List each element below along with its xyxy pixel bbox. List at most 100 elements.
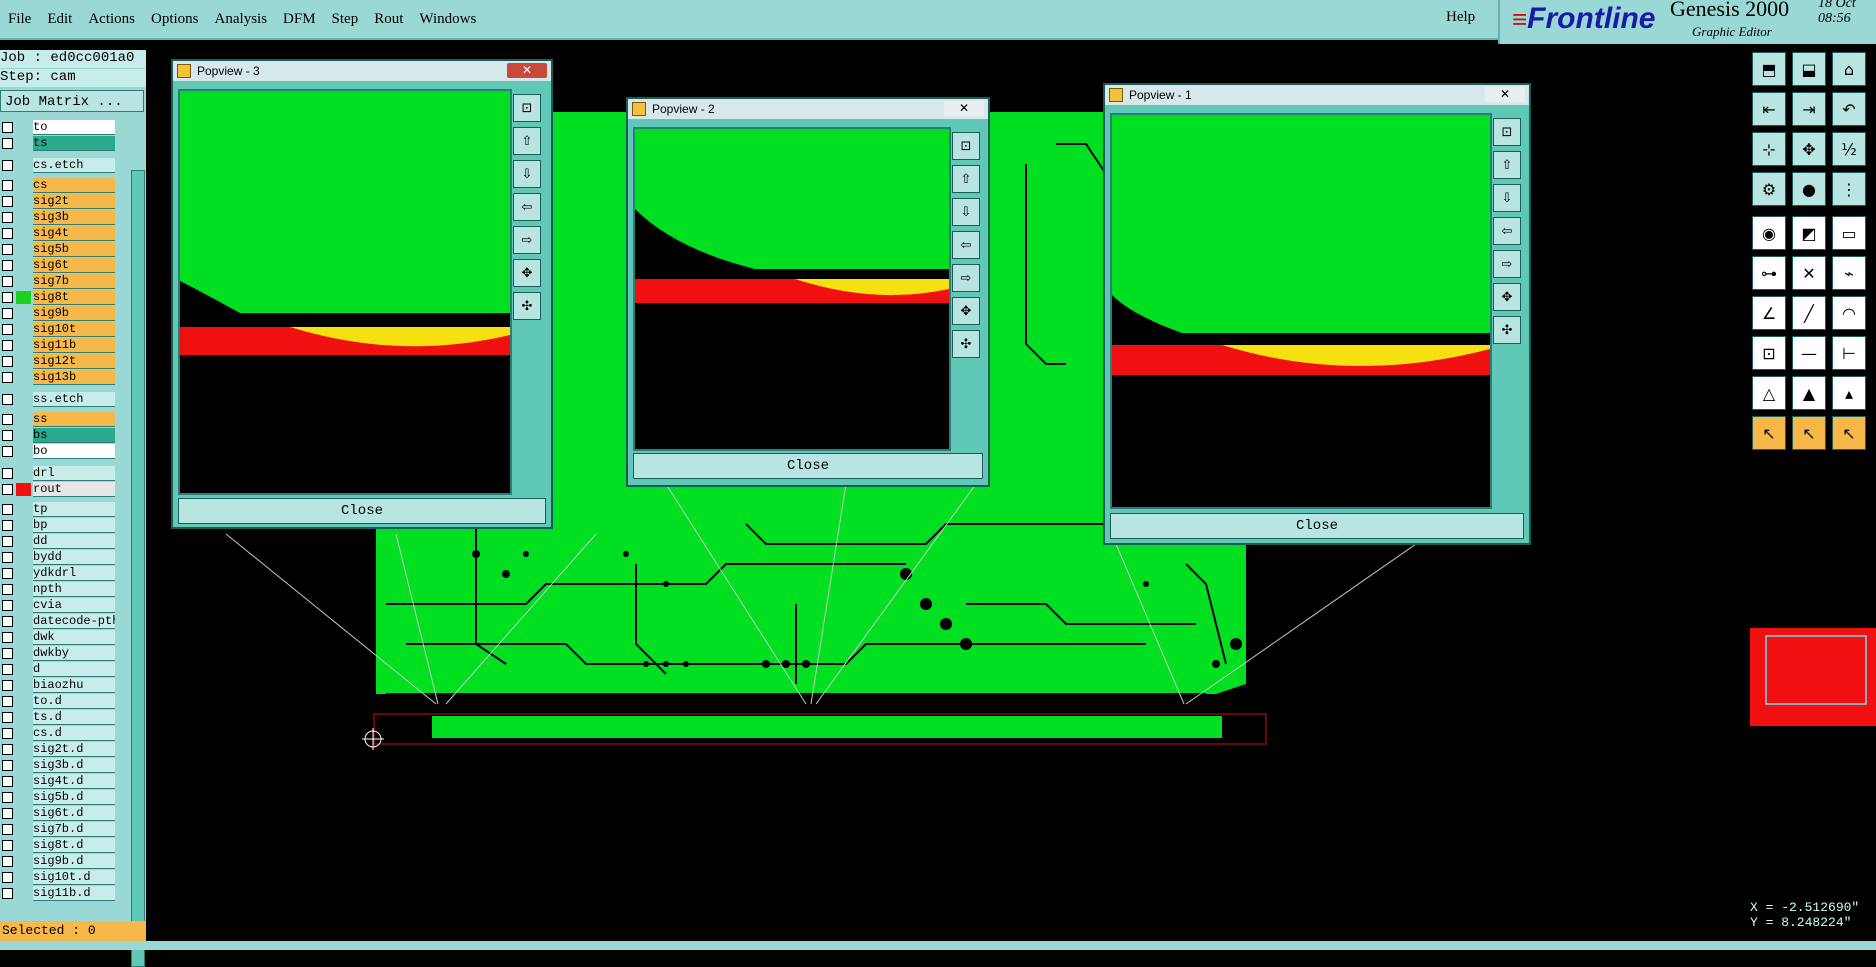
layer-name[interactable]: d bbox=[33, 662, 115, 677]
pan-up-icon[interactable]: ⇧ bbox=[1493, 151, 1521, 179]
layer-row[interactable]: rout bbox=[0, 482, 118, 497]
layer-color-swatch[interactable] bbox=[16, 339, 31, 352]
layer-checkbox[interactable] bbox=[2, 160, 13, 171]
layer-color-swatch[interactable] bbox=[16, 551, 31, 564]
home-icon[interactable]: ⌂ bbox=[1832, 52, 1866, 86]
pan-down-icon[interactable]: ⇩ bbox=[513, 160, 541, 188]
layer-color-swatch[interactable] bbox=[16, 807, 31, 820]
layer-row[interactable]: bp bbox=[0, 518, 118, 533]
layer-color-swatch[interactable] bbox=[16, 227, 31, 240]
net-icon[interactable]: ⊶ bbox=[1752, 256, 1786, 290]
close-button[interactable]: Close bbox=[178, 498, 546, 524]
layer-checkbox[interactable] bbox=[2, 760, 13, 771]
layer-checkbox[interactable] bbox=[2, 728, 13, 739]
layer-color-swatch[interactable] bbox=[16, 871, 31, 884]
layer-checkbox[interactable] bbox=[2, 196, 13, 207]
window-close-button[interactable]: ✕ bbox=[944, 101, 984, 116]
scale-icon[interactable]: ½ bbox=[1832, 132, 1866, 166]
layer-row[interactable]: bo bbox=[0, 444, 118, 459]
layer-row[interactable]: dd bbox=[0, 534, 118, 549]
popview-2-view[interactable] bbox=[633, 127, 951, 451]
layer-row[interactable]: sig4t bbox=[0, 226, 118, 241]
layer-color-swatch[interactable] bbox=[16, 291, 31, 304]
layer-checkbox[interactable] bbox=[2, 872, 13, 883]
layer-name[interactable]: sig9b bbox=[33, 306, 115, 321]
center-icon[interactable]: ✥ bbox=[1792, 132, 1826, 166]
layer-row[interactable]: npth bbox=[0, 582, 118, 597]
pan-up-icon[interactable]: ⇧ bbox=[952, 165, 980, 193]
layer-row[interactable]: sig7b bbox=[0, 274, 118, 289]
layer-color-swatch[interactable] bbox=[16, 413, 31, 426]
layer-color-swatch[interactable] bbox=[16, 711, 31, 724]
layer-checkbox[interactable] bbox=[2, 138, 13, 149]
measure-icon[interactable]: ⌁ bbox=[1832, 256, 1866, 290]
layer-checkbox[interactable] bbox=[2, 446, 13, 457]
layer-row[interactable]: sig2t.d bbox=[0, 742, 118, 757]
zoom-out-icon[interactable]: ✣ bbox=[1493, 316, 1521, 344]
layer-checkbox[interactable] bbox=[2, 568, 13, 579]
menu-rout[interactable]: Rout bbox=[366, 2, 411, 36]
save-icon[interactable]: ⬓ bbox=[1792, 52, 1826, 86]
layer-color-swatch[interactable] bbox=[16, 535, 31, 548]
layer-color-swatch[interactable] bbox=[16, 483, 31, 496]
layer-checkbox[interactable] bbox=[2, 616, 13, 627]
layer-name[interactable]: sig4t.d bbox=[33, 774, 115, 789]
layer-row[interactable]: sig8t.d bbox=[0, 838, 118, 853]
layer-name[interactable]: cs.d bbox=[33, 726, 115, 741]
layer-color-swatch[interactable] bbox=[16, 307, 31, 320]
layer-name[interactable]: sig6t.d bbox=[33, 806, 115, 821]
layer-color-swatch[interactable] bbox=[16, 179, 31, 192]
layer-color-swatch[interactable] bbox=[16, 695, 31, 708]
layer-name[interactable]: sig11b.d bbox=[33, 886, 115, 901]
layer-row[interactable]: biaozhu bbox=[0, 678, 118, 693]
hline-icon[interactable]: — bbox=[1792, 336, 1826, 370]
layer-name[interactable]: ts bbox=[33, 136, 115, 151]
layer-name[interactable]: to bbox=[33, 120, 115, 135]
layer-name[interactable]: sig11b bbox=[33, 338, 115, 353]
layer-color-swatch[interactable] bbox=[16, 371, 31, 384]
layer-row[interactable]: bs bbox=[0, 428, 118, 443]
layer-name[interactable]: to.d bbox=[33, 694, 115, 709]
menu-windows[interactable]: Windows bbox=[411, 2, 484, 36]
layer-name[interactable]: ydkdrl bbox=[33, 566, 115, 581]
layer-color-swatch[interactable] bbox=[16, 355, 31, 368]
layer-checkbox[interactable] bbox=[2, 584, 13, 595]
layer-name[interactable]: sig8t.d bbox=[33, 838, 115, 853]
layer-checkbox[interactable] bbox=[2, 228, 13, 239]
settings-icon[interactable]: ⚙ bbox=[1752, 172, 1786, 206]
zoom-home-icon[interactable]: ⊡ bbox=[513, 94, 541, 122]
delete-icon[interactable]: ✕ bbox=[1792, 256, 1826, 290]
layer-checkbox[interactable] bbox=[2, 712, 13, 723]
layer-row[interactable]: cs.etch bbox=[0, 158, 118, 173]
menu-actions[interactable]: Actions bbox=[80, 2, 143, 36]
layer-checkbox[interactable] bbox=[2, 696, 13, 707]
layer-color-swatch[interactable] bbox=[16, 275, 31, 288]
layer-checkbox[interactable] bbox=[2, 430, 13, 441]
dimension-icon[interactable]: ⊢ bbox=[1832, 336, 1866, 370]
popview-2-titlebar[interactable]: Popview - 2 bbox=[628, 99, 988, 119]
layer-color-swatch[interactable] bbox=[16, 259, 31, 272]
pan-left-icon[interactable]: ⇦ bbox=[513, 193, 541, 221]
layer-checkbox[interactable] bbox=[2, 308, 13, 319]
layer-checkbox[interactable] bbox=[2, 632, 13, 643]
layer-name[interactable]: sig9b.d bbox=[33, 854, 115, 869]
layer-row[interactable]: sig5b.d bbox=[0, 790, 118, 805]
layer-color-swatch[interactable] bbox=[16, 647, 31, 660]
layer-checkbox[interactable] bbox=[2, 504, 13, 515]
ruler-icon[interactable]: ▭ bbox=[1832, 216, 1866, 250]
layer-row[interactable]: sig10t bbox=[0, 322, 118, 337]
pad-icon[interactable]: ◉ bbox=[1752, 216, 1786, 250]
move-left-icon[interactable]: ⇤ bbox=[1752, 92, 1786, 126]
zoom-out-icon[interactable]: ✣ bbox=[513, 292, 541, 320]
pan-down-icon[interactable]: ⇩ bbox=[1493, 184, 1521, 212]
layer-name[interactable]: sig5b bbox=[33, 242, 115, 257]
layer-checkbox[interactable] bbox=[2, 356, 13, 367]
layer-name[interactable]: bo bbox=[33, 444, 115, 459]
layer-checkbox[interactable] bbox=[2, 648, 13, 659]
layer-name[interactable]: sig8t bbox=[33, 290, 115, 305]
layer-color-swatch[interactable] bbox=[16, 323, 31, 336]
undo-icon[interactable]: ↶ bbox=[1832, 92, 1866, 126]
pan-left-icon[interactable]: ⇦ bbox=[1493, 217, 1521, 245]
menu-dfm[interactable]: DFM bbox=[275, 2, 324, 36]
layer-scrollbar[interactable] bbox=[131, 170, 145, 967]
